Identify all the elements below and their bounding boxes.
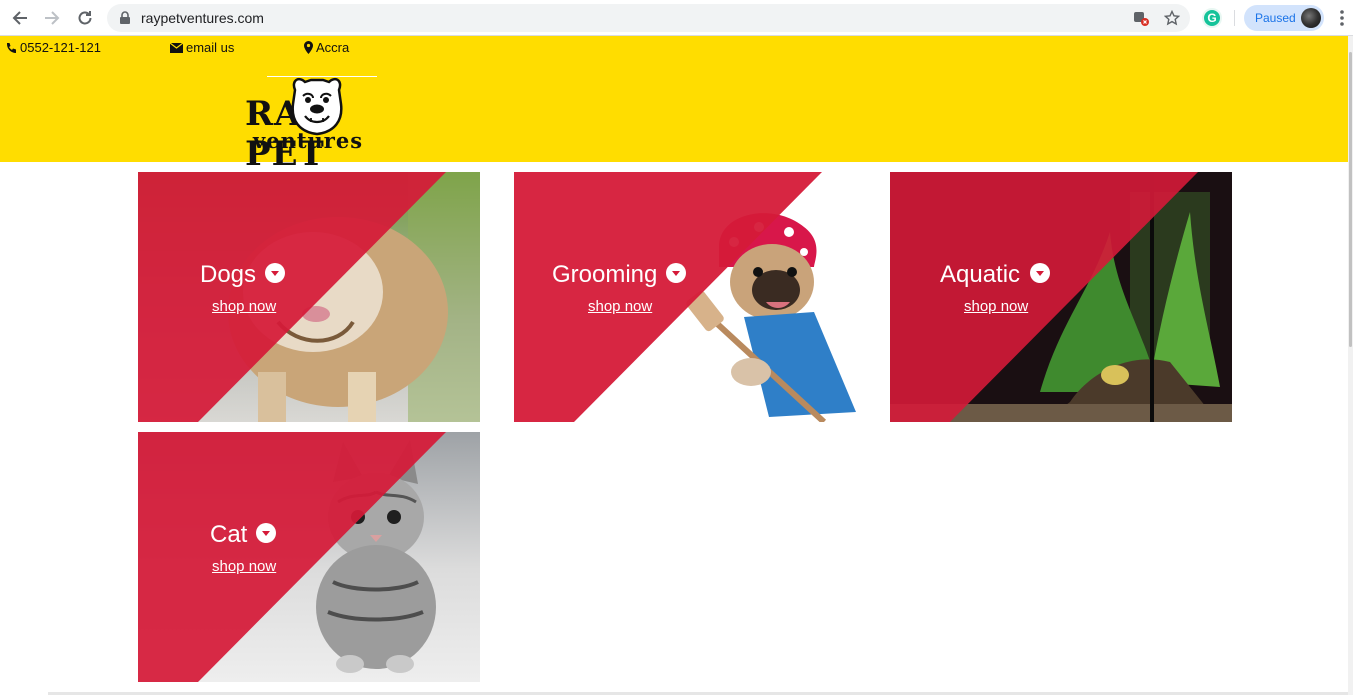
chevron-down-icon[interactable] <box>256 523 276 543</box>
reload-button[interactable] <box>74 7 96 29</box>
lock-icon <box>120 11 130 24</box>
grammarly-extension-icon[interactable]: G <box>1202 8 1222 28</box>
browser-toolbar: raypetventures.com G Paused <box>0 0 1353 36</box>
category-title: Aquatic <box>940 261 1021 288</box>
back-button[interactable] <box>9 7 31 29</box>
raypet-logo[interactable]: RAY PET ventures <box>243 76 399 174</box>
chevron-down-icon[interactable] <box>265 263 285 283</box>
forward-arrow-icon <box>45 11 60 25</box>
chevron-down-icon[interactable] <box>1030 263 1050 283</box>
shop-now-link[interactable]: shop now <box>212 558 276 575</box>
url-text: raypetventures.com <box>141 10 264 26</box>
shop-now-link[interactable]: shop now <box>212 298 276 315</box>
email-link: email us <box>186 40 235 55</box>
toolbar-separator <box>1234 10 1235 26</box>
scrollbar-thumb[interactable] <box>1349 52 1352 347</box>
red-diagonal-panel <box>514 172 822 422</box>
contact-email[interactable]: email us <box>170 40 234 55</box>
menu-kebab-icon[interactable] <box>1336 9 1348 27</box>
contact-phone[interactable]: 0552-121-121 <box>5 40 101 55</box>
category-title: Grooming <box>552 261 658 288</box>
profile-avatar <box>1301 8 1321 28</box>
phone-icon <box>7 42 16 53</box>
reload-icon <box>78 11 92 25</box>
translate-blocked-icon[interactable] <box>1132 9 1150 27</box>
shop-now-link[interactable]: shop now <box>964 298 1028 315</box>
forward-button[interactable] <box>41 7 63 29</box>
envelope-icon <box>170 42 183 53</box>
location-text: Accra <box>316 40 350 55</box>
category-card-cat[interactable]: Cat shop now <box>138 432 480 682</box>
logo-subtitle: ventures <box>253 128 364 153</box>
category-card-dogs[interactable]: Dogs shop now <box>138 172 480 422</box>
profile-status-label: Paused <box>1255 11 1296 25</box>
profile-button[interactable]: Paused <box>1244 5 1324 31</box>
red-diagonal-panel <box>138 172 446 422</box>
red-diagonal-panel <box>138 432 446 682</box>
red-diagonal-panel <box>890 172 1198 422</box>
chevron-down-icon[interactable] <box>666 263 686 283</box>
category-card-grooming[interactable]: Grooming shop now <box>514 172 856 422</box>
address-bar[interactable]: raypetventures.com <box>107 4 1190 32</box>
contact-location[interactable]: Accra <box>304 40 349 55</box>
map-marker-icon <box>304 41 313 54</box>
category-title: Cat <box>210 521 248 548</box>
shop-now-link[interactable]: shop now <box>588 298 652 315</box>
site-header: 0552-121-121 email us Accra RAY PET vent… <box>0 36 1348 174</box>
back-arrow-icon <box>12 11 27 25</box>
bookmark-star-icon[interactable] <box>1163 9 1181 27</box>
category-card-aquatic[interactable]: Aquatic shop now <box>890 172 1232 422</box>
phone-number: 0552-121-121 <box>20 40 101 55</box>
category-title: Dogs <box>200 261 257 288</box>
